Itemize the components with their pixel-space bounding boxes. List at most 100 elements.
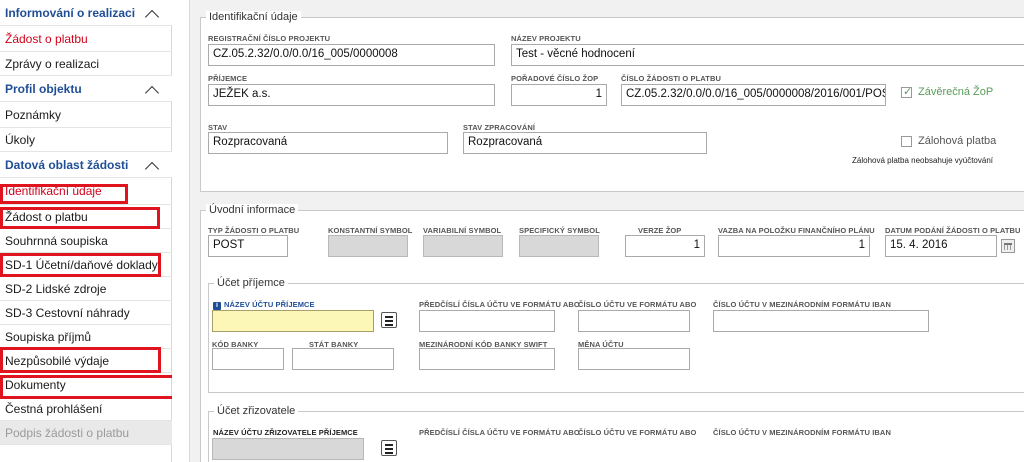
nazev-uctu-label-text: NÁZEV ÚČTU PŘÍJEMCE [224, 300, 315, 309]
datum-podani-field[interactable]: 15. 4. 2016 [885, 235, 997, 257]
chevron-up-icon[interactable] [146, 86, 158, 98]
predcisli-zrizovatele-label: PŘEDČÍSLÍ ČÍSLA ÚČTU VE FORMÁTU ABO [419, 428, 580, 437]
reg-cislo-label: REGISTRAČNÍ ČÍSLO PROJEKTU [208, 34, 331, 43]
highlight-box [0, 253, 161, 277]
cislo-uctu-label: ČÍSLO ÚČTU VE FORMÁTU ABO [578, 300, 697, 309]
highlight-box [0, 347, 161, 373]
mena-uctu-field[interactable] [578, 348, 690, 370]
sidebar-item-label: Zprávy o realizaci [5, 56, 100, 71]
cislo-zadosti-field[interactable]: CZ.05.2.32/0.0/0.0/16_005/0000008/2016/0… [621, 84, 886, 106]
prijemce-label: PŘÍJEMCE [208, 74, 248, 83]
vazba-label: VAZBA NA POLOŽKU FINANČNÍHO PLÁNU [718, 226, 875, 235]
specificky-symbol-label: SPECIFICKÝ SYMBOL [519, 226, 600, 235]
poradove-cislo-label: POŘADOVÉ ČÍSLO ŽOP [511, 74, 599, 83]
konstantni-symbol-field [328, 235, 408, 257]
iban-field[interactable] [713, 310, 929, 332]
typ-zadosti-label: TYP ŽÁDOSTI O PLATBU [208, 226, 300, 235]
nazev-projektu-field[interactable]: Test - věcné hodnocení [511, 44, 1024, 66]
sidebar-item-label: Čestná prohlášení [5, 401, 103, 416]
variabilni-symbol-label: VARIABILNÍ SYMBOL [423, 226, 502, 235]
sidebar-item-label: SD-2 Lidské zdroje [5, 281, 107, 296]
cislo-uctu-field[interactable] [578, 310, 690, 332]
predcisli-field[interactable] [419, 310, 555, 332]
cislo-uctu-zrizovatele-label: ČÍSLO ÚČTU VE FORMÁTU ABO [578, 428, 697, 437]
verze-zop-label: VERZE ŽOP [638, 226, 682, 235]
datum-podani-label: DATUM PODÁNÍ ŽÁDOSTI O PLATBU [885, 226, 1021, 235]
konstantni-symbol-label: KONSTANTNÍ SYMBOL [328, 226, 413, 235]
highlight-box [0, 184, 128, 204]
swift-field[interactable] [419, 348, 555, 370]
highlight-box [0, 207, 160, 229]
iban-zrizovatele-label: ČÍSLO ÚČTU V MEZINÁRODNÍM FORMÁTU IBAN [713, 428, 891, 437]
specificky-symbol-field [519, 235, 599, 257]
chevron-up-icon[interactable] [146, 162, 158, 174]
zaverecna-label: Závěrečná ŽoP [918, 86, 994, 98]
sidebar-item-sd2[interactable]: SD-2 Lidské zdroje [0, 277, 172, 301]
stav-field[interactable]: Rozpracovaná [208, 132, 448, 154]
sidebar-section-informovani[interactable]: Informování o realizaci [0, 0, 172, 26]
reg-cislo-field[interactable]: CZ.05.2.32/0.0/0.0/16_005/0000008 [208, 44, 495, 66]
panel-legend: Účet zřizovatele [214, 405, 299, 417]
list-icon[interactable] [381, 440, 397, 456]
sidebar-item-poznamky[interactable]: Poznámky [0, 102, 172, 128]
stav-zpracovani-label: STAV ZPRACOVÁNÍ [463, 123, 536, 132]
sidebar-item-sd3[interactable]: SD-3 Cestovní náhrady [0, 301, 172, 325]
sidebar-item-label: Profil objektu [5, 81, 82, 96]
sidebar-item-ukoly[interactable]: Úkoly [0, 128, 172, 152]
sidebar-item-cestna-prohlaseni[interactable]: Čestná prohlášení [0, 397, 172, 421]
nazev-uctu-zrizovatele-label: NÁZEV ÚČTU ZŘIZOVATELE PŘÍJEMCE [213, 428, 358, 437]
sidebar-section-profil[interactable]: Profil objektu [0, 76, 172, 102]
zaverecna-checkbox[interactable]: Závěrečná ŽoP [901, 85, 994, 98]
sidebar-item-label: SD-3 Cestovní náhrady [5, 305, 130, 320]
sidebar-item-label: Soupiska příjmů [5, 329, 92, 344]
ucet-prijemce-panel: Účet příjemce i NÁZEV ÚČTU PŘÍJEMCE PŘEDČ… [208, 277, 1024, 393]
sidebar-item-souhrnna-soupiska[interactable]: Souhrnná soupiska [0, 229, 172, 253]
stav-zpracovani-field[interactable]: Rozpracovaná [463, 132, 707, 154]
panel-legend: Účet příjemce [214, 277, 288, 289]
zalohova-note: Zálohová platba neobsahuje vyúčtování [852, 156, 993, 165]
nazev-projektu-label: NÁZEV PROJEKTU [511, 34, 581, 43]
highlight-box [0, 375, 178, 399]
stav-label: STAV [208, 123, 228, 132]
sidebar-item-podpis: Podpis žádosti o platbu [0, 421, 172, 445]
sidebar-item-label: Souhrnná soupiska [5, 233, 108, 248]
kod-banky-field[interactable] [212, 348, 284, 370]
sidebar-item-soupiska-prijmu[interactable]: Soupiska příjmů [0, 325, 172, 349]
panel-legend: Úvodní informace [206, 204, 299, 216]
calendar-icon[interactable] [1001, 239, 1015, 253]
panel-legend: Identifikační údaje [206, 11, 301, 23]
checkbox-checked-icon [901, 85, 912, 98]
zalohova-checkbox[interactable]: Zálohová platba [901, 135, 996, 147]
sidebar-item-label: Poznámky [5, 107, 62, 122]
sidebar-item-zpravy[interactable]: Zprávy o realizaci [0, 52, 172, 76]
identifikacni-udaje-panel: Identifikační údaje REGISTRAČNÍ ČÍSLO PR… [200, 11, 1024, 192]
sidebar-item-label: Podpis žádosti o platbu [5, 425, 130, 440]
nazev-uctu-label: i NÁZEV ÚČTU PŘÍJEMCE [213, 300, 315, 310]
typ-zadosti-field[interactable]: POST [208, 235, 288, 257]
list-icon[interactable] [381, 312, 397, 328]
checkbox-icon [901, 135, 912, 147]
verze-zop-field[interactable]: 1 [625, 235, 705, 257]
predcisli-label: PŘEDČÍSLÍ ČÍSLA ÚČTU VE FORMÁTU ABO [419, 300, 580, 309]
cislo-zadosti-label: ČÍSLO ŽÁDOSTI O PLATBU [621, 74, 721, 83]
sidebar-item-label: Informování o realizaci [5, 5, 136, 20]
sidebar-item-label: Úkoly [5, 132, 36, 147]
sidebar-item-zadost-o-platbu[interactable]: Žádost o platbu [0, 26, 172, 52]
iban-label: ČÍSLO ÚČTU V MEZINÁRODNÍM FORMÁTU IBAN [713, 300, 891, 309]
sidebar-item-label: Žádost o platbu [5, 31, 88, 46]
uvodni-informace-panel: Úvodní informace TYP ŽÁDOSTI O PLATBU PO… [200, 204, 1024, 462]
chevron-up-icon[interactable] [146, 10, 158, 22]
zalohova-label: Zálohová platba [918, 135, 997, 147]
prijemce-field[interactable]: JEŽEK a.s. [208, 84, 495, 106]
info-icon: i [213, 302, 221, 310]
variabilni-symbol-field [423, 235, 503, 257]
nazev-uctu-zrizovatele-field [212, 438, 364, 460]
nazev-uctu-field[interactable] [212, 310, 374, 332]
poradove-cislo-field[interactable]: 1 [511, 84, 607, 106]
stat-banky-field[interactable] [292, 348, 394, 370]
sidebar-section-datova-oblast[interactable]: Datová oblast žádosti [0, 152, 172, 178]
gutter [172, 0, 189, 462]
ucet-zrizovatele-panel: Účet zřizovatele NÁZEV ÚČTU ZŘIZOVATELE … [208, 405, 1024, 462]
vazba-field[interactable]: 1 [718, 235, 870, 257]
sidebar-item-label: Datová oblast žádosti [5, 157, 129, 172]
